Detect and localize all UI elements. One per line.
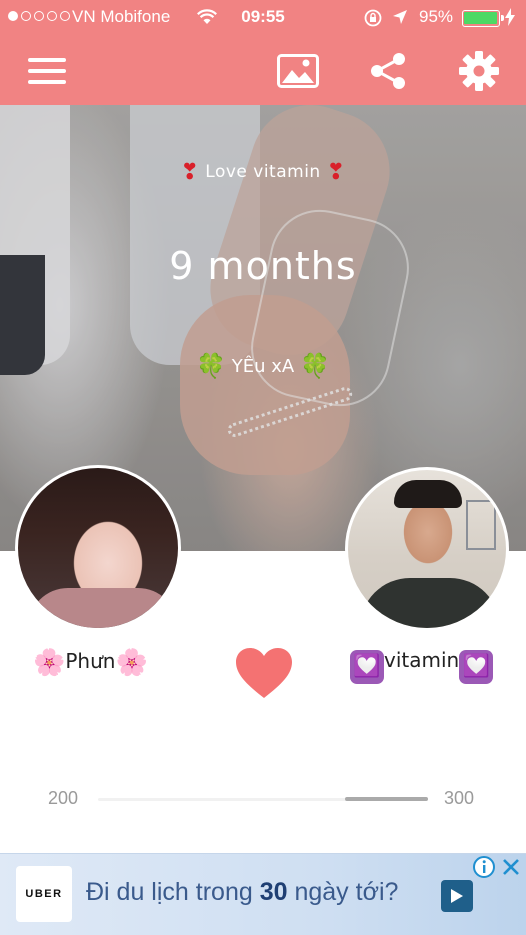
avatar-right[interactable]: [345, 467, 509, 631]
status-bar: VN Mobifone 09:55 95%: [0, 0, 526, 36]
avatar-left[interactable]: [15, 465, 181, 631]
cherry-blossom-icon: 🌸: [115, 648, 148, 678]
ad-close-icon[interactable]: [499, 855, 523, 879]
slider-max-label: 300: [444, 788, 475, 808]
ad-logo: UBER: [16, 866, 72, 922]
couple-title-text: Love vitamin: [205, 162, 321, 182]
cherry-blossom-icon: 🌸: [33, 648, 66, 678]
ad-banner[interactable]: UBER Đi du lịch trong 30 ngày tới?: [0, 853, 526, 935]
heart-decoration-icon: 💟: [459, 650, 494, 684]
charging-icon: [505, 8, 515, 31]
battery-icon: [462, 10, 504, 27]
slider-fill: [345, 797, 428, 801]
battery-percent: 95%: [419, 7, 454, 26]
clover-icon: 🍀: [299, 352, 330, 380]
ad-text-number: 30: [259, 878, 288, 906]
partner-right-name[interactable]: 💟 vitamin 💟: [350, 648, 494, 684]
couple-title: ❣ Love vitamin ❣: [0, 160, 526, 185]
gear-icon[interactable]: [456, 48, 502, 94]
heart-exclamation-icon: ❣: [326, 160, 346, 185]
partner-left-name[interactable]: 🌸Phưn🌸: [33, 648, 148, 678]
ad-text-after: ngày tới?: [287, 878, 399, 906]
relationship-duration: 9 months: [169, 244, 357, 288]
heart-icon[interactable]: [236, 648, 292, 700]
location-icon: [392, 9, 408, 30]
menu-icon[interactable]: [24, 48, 70, 94]
rotation-lock-icon: [364, 9, 382, 32]
share-icon[interactable]: [365, 48, 411, 94]
ad-text: Đi du lịch trong 30 ngày tới?: [86, 878, 398, 907]
ad-info-icon[interactable]: [472, 855, 496, 879]
app-bar: [0, 36, 526, 105]
slider-min-label: 200: [48, 788, 79, 808]
heart-exclamation-icon: ❣: [180, 160, 200, 185]
heart-decoration-icon: 💟: [350, 650, 384, 684]
relationship-subtitle-text: YÊu xA: [231, 356, 295, 377]
relationship-subtitle: 🍀 YÊu xA 🍀: [0, 352, 526, 380]
ad-text-before: Đi du lịch trong: [86, 878, 260, 906]
score-slider[interactable]: 200 300: [0, 785, 526, 815]
ad-play-button[interactable]: [441, 880, 473, 912]
partner-left-name-text: Phưn: [65, 649, 116, 673]
partner-right-name-text: vitamin: [384, 648, 460, 672]
clover-icon: 🍀: [196, 352, 227, 380]
image-icon[interactable]: [275, 48, 321, 94]
